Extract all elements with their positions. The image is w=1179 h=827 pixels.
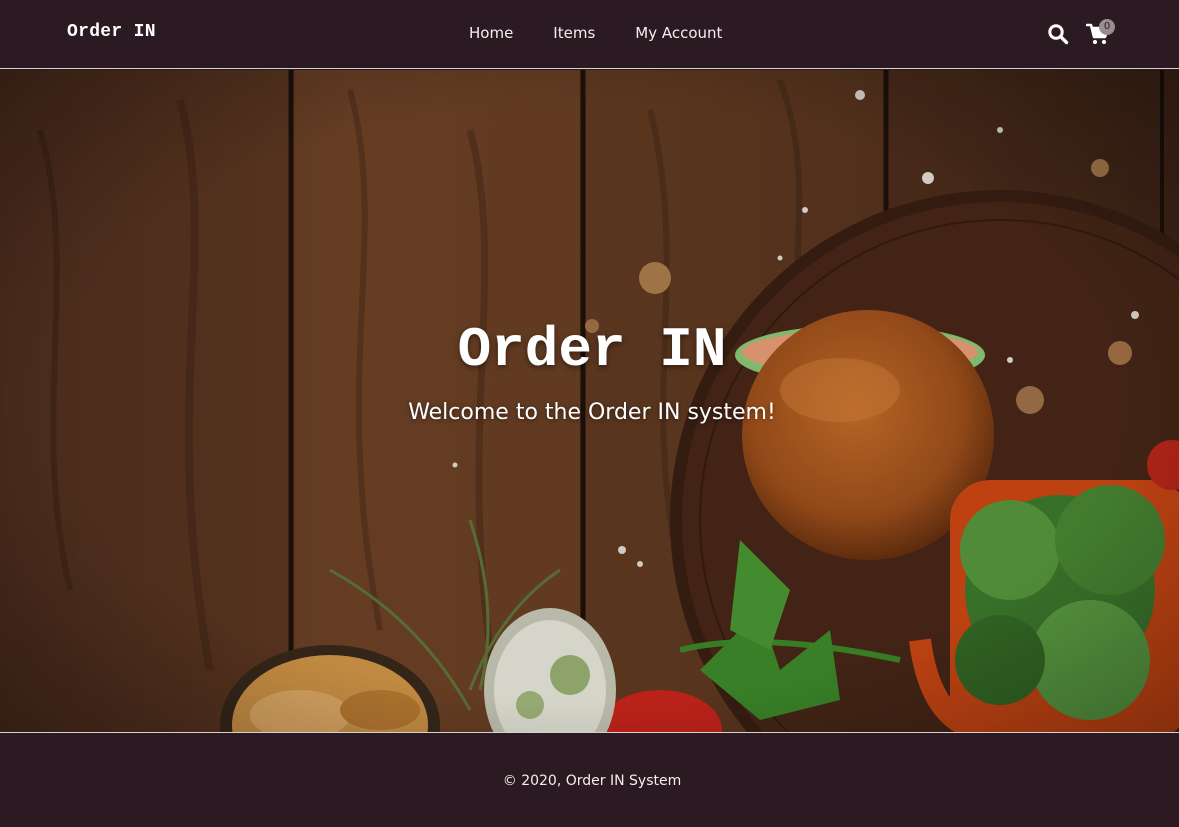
hero-subtitle: Welcome to the Order IN system!	[408, 400, 776, 425]
cart-count-badge: 0	[1099, 19, 1115, 35]
nav-home-link[interactable]: Home	[469, 24, 513, 42]
footer-copyright: © 2020, Order IN System	[502, 773, 682, 789]
search-icon[interactable]	[1047, 23, 1069, 45]
nav-items-link[interactable]: Items	[553, 24, 595, 42]
top-navbar: Order IN Home Items My Account 0	[0, 0, 1179, 69]
nav-my-account-link[interactable]: My Account	[635, 24, 722, 42]
page-footer: © 2020, Order IN System	[0, 734, 1179, 827]
main-nav: Home Items My Account	[469, 24, 722, 42]
brand-logo[interactable]: Order IN	[67, 22, 156, 42]
hero-banner: Order IN Welcome to the Order IN system!	[0, 70, 1179, 733]
hero-title: Order IN	[457, 318, 727, 382]
